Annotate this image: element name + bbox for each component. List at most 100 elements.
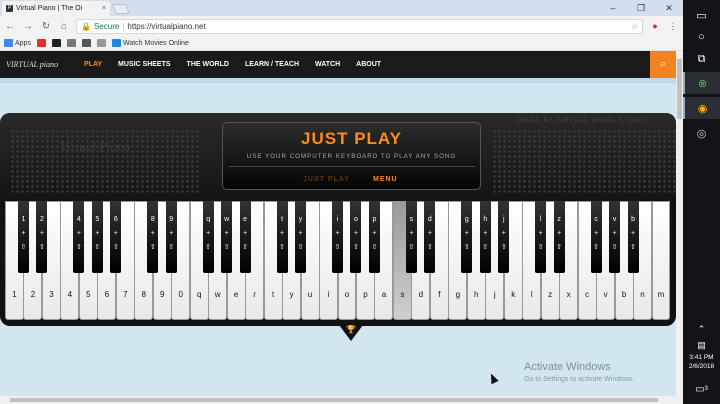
white-key-label: 1 — [12, 290, 17, 299]
black-key-label: q — [206, 216, 211, 223]
black-key[interactable]: 8 + ⇧ — [147, 201, 159, 273]
tab-close-icon[interactable]: × — [102, 5, 106, 12]
white-key-label: o — [344, 290, 350, 299]
home-icon[interactable]: ⌂ — [58, 21, 70, 32]
search-icon[interactable]: ⌕ — [650, 51, 676, 78]
black-key-label: 6 — [113, 216, 118, 223]
black-key-label: h — [483, 216, 488, 223]
white-key-label: e — [233, 290, 239, 299]
shift-arrow-icon: ⇧ — [168, 244, 175, 251]
black-key[interactable]: j + ⇧ — [498, 201, 510, 273]
browser-tab[interactable]: P Virtual Piano | The Oi × — [2, 1, 110, 16]
black-key-label: z — [557, 216, 561, 223]
black-key-plus: + — [538, 230, 543, 237]
shift-arrow-icon: ⇧ — [334, 244, 341, 251]
bookmark-favicon-icon — [81, 39, 91, 47]
site-logo[interactable]: VIRTUAL piano — [0, 51, 64, 78]
black-key[interactable]: 6 + ⇧ — [110, 201, 122, 273]
black-key-plus: + — [95, 230, 100, 237]
black-key-label: p — [372, 216, 377, 223]
back-arrow-icon[interactable]: ← — [4, 21, 16, 32]
black-key[interactable]: 9 + ⇧ — [165, 201, 177, 273]
black-key-label: b — [631, 216, 635, 223]
nav-item-learn-teach[interactable]: LEARN / TEACH — [237, 61, 307, 68]
extension-icon[interactable]: ● — [649, 20, 661, 32]
task-view-icon[interactable]: ⧉ — [683, 48, 720, 70]
black-key[interactable]: q + ⇧ — [202, 201, 214, 273]
close-window-button[interactable]: ✕ — [655, 0, 683, 16]
nav-item-play[interactable]: PLAY — [76, 61, 110, 68]
windows-taskbar: ▭ ○ ⧉ ⊗ ◉ ◎ ⌃ ▤ 3:41 PM 2/6/2018 ▭ 3 — [683, 0, 720, 404]
black-key-plus: + — [76, 230, 81, 237]
shift-arrow-icon: ⇧ — [297, 244, 304, 251]
black-key[interactable]: 5 + ⇧ — [91, 201, 103, 273]
black-key-label: j — [502, 216, 505, 223]
notification-icon[interactable]: ▭ — [683, 4, 720, 26]
piano-logo: Virtual Piano — [60, 139, 131, 154]
bookmark-item[interactable] — [81, 39, 91, 47]
new-tab-button[interactable] — [112, 4, 130, 14]
minimize-button[interactable]: – — [599, 0, 627, 16]
vertical-scroll-thumb[interactable] — [677, 59, 682, 119]
nav-item-music-sheets[interactable]: MUSIC SHEETS — [110, 61, 179, 68]
bookmark-star-icon[interactable]: ☆ — [631, 22, 638, 31]
shift-arrow-icon: ⇧ — [353, 244, 359, 251]
horizontal-scrollbar[interactable] — [0, 396, 683, 404]
activate-windows-title: Activate Windows — [524, 361, 611, 373]
black-key-plus: + — [483, 230, 488, 237]
white-key[interactable]: m — [651, 201, 671, 320]
black-key[interactable]: v + ⇧ — [609, 201, 621, 273]
obs-icon[interactable]: ◎ — [683, 122, 720, 144]
black-key[interactable]: 4 + ⇧ — [73, 201, 85, 273]
taskbar-clock[interactable]: 3:41 PM 2/6/2018 — [683, 353, 720, 371]
nav-item-watch[interactable]: WATCH — [307, 61, 348, 68]
reload-icon[interactable]: ↻ — [40, 21, 52, 32]
nav-item-about[interactable]: ABOUT — [348, 61, 389, 68]
black-key[interactable]: y + ⇧ — [295, 201, 307, 273]
address-bar[interactable]: 🔒 Secure | https://virtualpiano.net ☆ — [76, 18, 643, 34]
black-key[interactable]: c + ⇧ — [590, 201, 602, 273]
menu-button[interactable]: MENU — [373, 176, 398, 183]
black-key[interactable]: t + ⇧ — [276, 201, 288, 273]
horizontal-scroll-thumb[interactable] — [10, 398, 658, 402]
black-key[interactable]: s + ⇧ — [405, 201, 417, 273]
restore-button[interactable]: ❐ — [627, 0, 655, 16]
menu-kebab-icon[interactable]: ⋮ — [667, 20, 679, 32]
black-key[interactable]: i + ⇧ — [332, 201, 343, 273]
cortana-icon[interactable]: ○ — [683, 26, 720, 48]
just-play-mode-button[interactable]: JUST PLAY — [303, 176, 350, 183]
chrome-icon[interactable]: ◉ — [683, 97, 720, 119]
black-key[interactable]: z + ⇧ — [553, 201, 565, 273]
black-key[interactable]: 1 + ⇧ — [17, 201, 29, 273]
shift-arrow-icon: ⇧ — [593, 244, 600, 251]
black-key[interactable]: b + ⇧ — [627, 201, 639, 273]
white-key-label: g — [455, 290, 461, 299]
black-key-label: y — [298, 216, 303, 223]
forward-arrow-icon[interactable]: → — [22, 21, 34, 32]
bookmark-item[interactable]: Watch Movies Online — [111, 39, 189, 47]
url-text[interactable]: https://virtualpiano.net — [127, 22, 205, 31]
black-key[interactable]: d + ⇧ — [424, 201, 436, 273]
black-key[interactable]: h + ⇧ — [479, 201, 491, 273]
shift-arrow-icon: ⇧ — [611, 244, 618, 251]
bookmark-item[interactable] — [51, 39, 61, 47]
bookmark-item[interactable] — [36, 39, 46, 47]
black-key[interactable]: p + ⇧ — [368, 201, 380, 273]
black-key[interactable]: w + ⇧ — [221, 201, 233, 273]
black-key[interactable]: l + ⇧ — [535, 201, 547, 273]
bookmark-item[interactable] — [66, 39, 76, 47]
white-key-label: 7 — [123, 290, 128, 299]
trophy-icon[interactable]: 🏆 — [339, 325, 363, 341]
black-key[interactable]: g + ⇧ — [461, 201, 473, 273]
white-key-label: 8 — [141, 290, 146, 299]
shift-arrow-icon: ⇧ — [94, 244, 101, 251]
black-key[interactable]: e + ⇧ — [239, 201, 251, 273]
black-key[interactable]: 2 + ⇧ — [36, 201, 48, 273]
xbox-app-icon[interactable]: ⊗ — [683, 72, 720, 94]
vertical-scrollbar[interactable] — [676, 51, 683, 396]
action-center-icon[interactable]: ▭ 3 — [683, 378, 720, 400]
nav-item-the-world[interactable]: THE WORLD — [179, 61, 237, 68]
bookmark-item[interactable]: Apps — [4, 39, 31, 47]
black-key[interactable]: o + ⇧ — [350, 201, 362, 273]
bookmark-item[interactable] — [96, 39, 106, 47]
